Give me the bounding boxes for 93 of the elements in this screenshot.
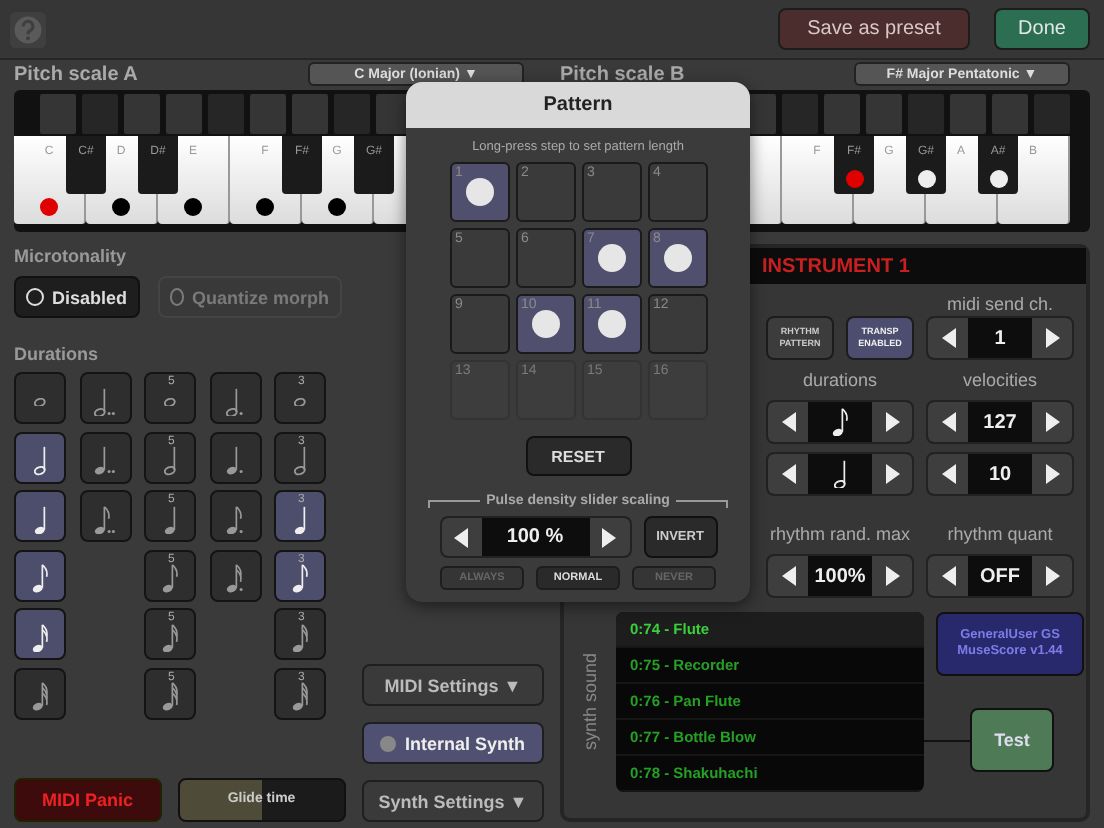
radio-icon xyxy=(26,288,44,306)
radio-icon xyxy=(169,288,184,306)
left-arrow-icon xyxy=(941,464,955,484)
stepper-value: 127 xyxy=(983,411,1017,433)
step-dot-icon xyxy=(531,310,559,338)
left-arrow-icon xyxy=(941,566,955,586)
section-label: Pitch scale A xyxy=(14,63,138,85)
increment-button[interactable] xyxy=(1032,402,1072,442)
pitch-cell[interactable] xyxy=(292,94,328,134)
test-button[interactable]: Test xyxy=(970,708,1054,772)
pitch-cell[interactable] xyxy=(124,94,160,134)
field-label: rhythm quant xyxy=(945,522,1055,546)
right-arrow-icon xyxy=(1045,412,1059,432)
popover-title: Pattern xyxy=(543,94,613,116)
pitch-cell[interactable] xyxy=(1034,94,1070,134)
duration-button[interactable] xyxy=(14,608,66,660)
reset-button[interactable]: RESET xyxy=(525,436,631,476)
duration-button[interactable] xyxy=(79,431,131,483)
menu-button[interactable]: MIDI Settings ▼ xyxy=(362,664,544,706)
duration-button[interactable] xyxy=(79,372,131,424)
decrement-button[interactable] xyxy=(928,402,968,442)
duration-button[interactable] xyxy=(14,490,66,542)
increment-button[interactable] xyxy=(1032,318,1072,358)
field-label: midi send ch. xyxy=(944,292,1056,316)
left-arrow-icon xyxy=(941,328,955,348)
decrement-button[interactable] xyxy=(441,518,481,556)
increment-button[interactable] xyxy=(872,402,912,442)
decrement-button[interactable] xyxy=(768,402,808,442)
increment-button[interactable] xyxy=(872,556,912,596)
pitch-cell[interactable] xyxy=(992,94,1028,134)
stepper-value: OFF xyxy=(980,565,1020,587)
pitch-cell[interactable] xyxy=(40,94,76,134)
menu-button[interactable]: Synth Settings ▼ xyxy=(362,780,544,822)
step-dot-icon xyxy=(597,244,625,272)
done-button[interactable]: Done xyxy=(994,8,1090,50)
pitch-cell[interactable] xyxy=(824,94,860,134)
stepper-value: 100 % xyxy=(506,526,564,548)
right-arrow-icon xyxy=(1045,464,1059,484)
duration-button[interactable] xyxy=(14,431,66,483)
increment-button[interactable] xyxy=(1032,454,1072,494)
pitch-cell[interactable] xyxy=(908,94,944,134)
stepper-value: 10 xyxy=(988,463,1012,485)
pitch-cell[interactable] xyxy=(250,94,286,134)
pitch-cell[interactable] xyxy=(82,94,118,134)
increment-button[interactable] xyxy=(872,454,912,494)
pitch-cell[interactable] xyxy=(334,94,370,134)
section-label: Durations xyxy=(14,342,101,366)
field-label: rhythm rand. max xyxy=(767,522,913,546)
stepper-value: 100% xyxy=(814,565,866,587)
duration-button[interactable] xyxy=(14,549,66,601)
left-arrow-icon xyxy=(941,412,955,432)
pitch-cell[interactable] xyxy=(208,94,244,134)
step-dot-icon xyxy=(597,310,625,338)
duration-button[interactable] xyxy=(209,549,261,601)
increment-button[interactable] xyxy=(589,518,629,556)
pitch-cell[interactable] xyxy=(950,94,986,134)
option-button[interactable]: Disabled xyxy=(14,276,140,318)
right-arrow-icon xyxy=(885,566,899,586)
pitch-cell[interactable] xyxy=(166,94,202,134)
decrement-button[interactable] xyxy=(768,556,808,596)
left-arrow-icon xyxy=(781,464,795,484)
field-label: durations xyxy=(800,368,880,392)
panel-title: INSTRUMENT 1 xyxy=(762,255,910,277)
section-label: Pitch scale B xyxy=(560,63,685,85)
duration-button[interactable] xyxy=(209,431,261,483)
step-dot-icon xyxy=(663,244,691,272)
right-arrow-icon xyxy=(602,527,616,547)
internal-synth-toggle[interactable]: Internal Synth xyxy=(362,722,544,764)
duration-button[interactable] xyxy=(14,667,66,719)
right-arrow-icon xyxy=(1045,566,1059,586)
right-arrow-icon xyxy=(1045,328,1059,348)
step-dot-icon xyxy=(465,178,493,206)
pitch-cell[interactable] xyxy=(866,94,902,134)
decrement-button[interactable] xyxy=(928,318,968,358)
left-arrow-icon xyxy=(781,566,795,586)
field-label: velocities xyxy=(960,368,1039,392)
decrement-button[interactable] xyxy=(928,556,968,596)
duration-button[interactable] xyxy=(79,490,131,542)
midi-panic-button[interactable]: MIDI Panic xyxy=(14,778,162,822)
vertical-label: synth sound xyxy=(580,651,602,755)
left-arrow-icon xyxy=(454,527,468,547)
right-arrow-icon xyxy=(885,412,899,432)
section-label: Microtonality xyxy=(14,244,129,268)
indicator-icon xyxy=(380,735,397,751)
save-preset-button[interactable]: Save as preset xyxy=(778,8,970,50)
pitch-cell[interactable] xyxy=(782,94,818,134)
decrement-button[interactable] xyxy=(768,454,808,494)
stepper-value: 1 xyxy=(994,327,1006,349)
left-arrow-icon xyxy=(781,412,795,432)
increment-button[interactable] xyxy=(1032,556,1072,596)
right-arrow-icon xyxy=(885,464,899,484)
duration-button[interactable] xyxy=(209,490,261,542)
decrement-button[interactable] xyxy=(928,454,968,494)
